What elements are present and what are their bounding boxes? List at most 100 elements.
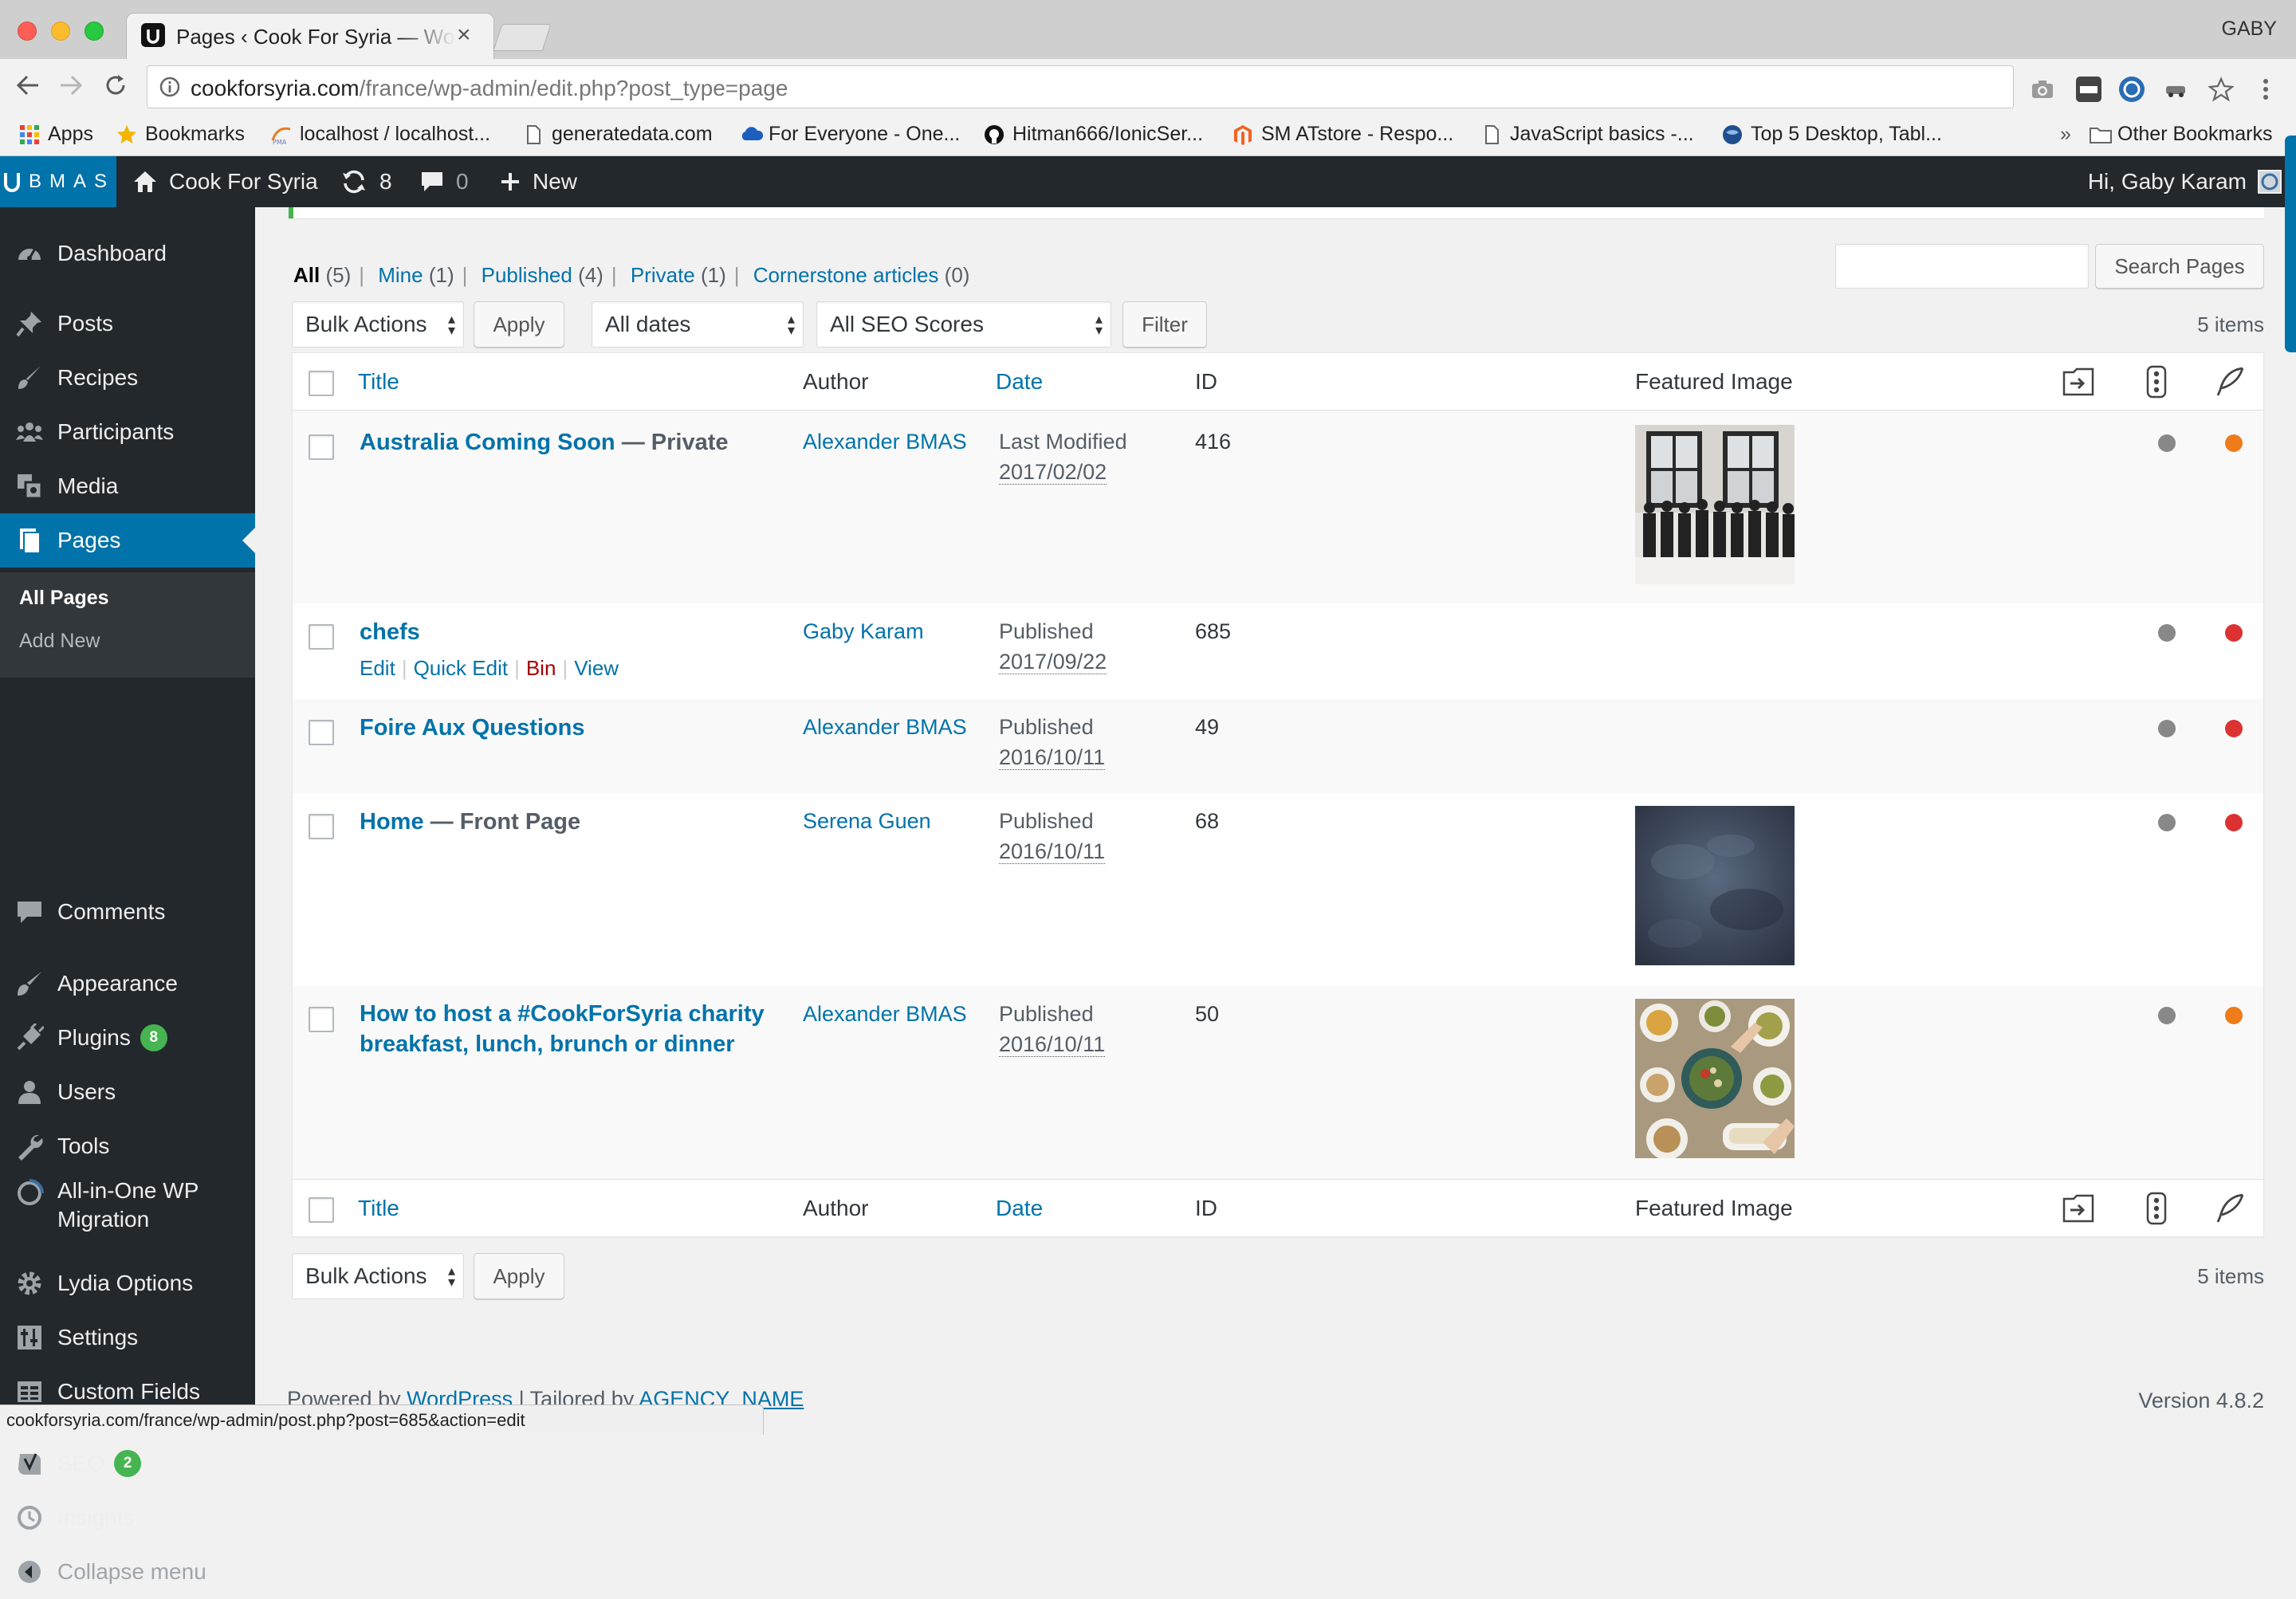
bookmark-generatedata[interactable]: generatedata.com [523, 123, 713, 146]
submenu-add-new[interactable]: Add New [19, 630, 100, 653]
author-link[interactable]: Gaby Karam [803, 619, 924, 644]
page-title-link[interactable]: Australia Coming Soon [360, 430, 615, 455]
search-pages-button[interactable]: Search Pages [2095, 244, 2264, 289]
apply-button-top[interactable]: Apply [474, 301, 564, 348]
side-panel-handle[interactable] [2285, 136, 2296, 352]
sidebar-item-settings[interactable]: Settings [0, 1310, 255, 1365]
sidebar-item-pages[interactable]: Pages [0, 513, 255, 568]
bookmark-javascript-basics[interactable]: JavaScript basics -... [1481, 123, 1694, 146]
sidebar-item-comments[interactable]: Comments [0, 885, 255, 939]
row-checkbox[interactable] [309, 720, 334, 745]
updates-link[interactable]: 8 [340, 156, 392, 207]
bookmark-for-everyone[interactable]: For Everyone - One... [740, 123, 960, 146]
maximize-window-button[interactable] [85, 22, 104, 41]
view-cornerstone-link[interactable]: Cornerstone articles [753, 263, 939, 287]
camera-icon[interactable] [2030, 77, 2055, 102]
search-pages-input[interactable] [1835, 244, 2089, 289]
close-window-button[interactable] [18, 22, 37, 41]
row-checkbox[interactable] [309, 434, 334, 460]
sidebar-item-all-in-one-wp-migration[interactable]: All-in-One WP Migration [0, 1169, 255, 1242]
my-account-link[interactable]: Hi, Gaby Karam [2088, 156, 2282, 207]
author-link[interactable]: Alexander BMAS [803, 430, 967, 454]
new-content-link[interactable]: New [499, 156, 577, 207]
featured-image-thumbnail[interactable] [1635, 425, 1795, 584]
address-bar[interactable]: cookforsyria.com/france/wp-admin/edit.ph… [147, 65, 2014, 108]
reload-button[interactable] [102, 72, 129, 99]
column-seo-score-icon[interactable] [2145, 1191, 2168, 1226]
bookmark-bookmarks[interactable]: Bookmarks [116, 123, 245, 146]
adblock-off-icon[interactable] [2076, 77, 2101, 102]
profile-name[interactable]: GABY [2222, 18, 2277, 41]
bookmark-hitman666[interactable]: Hitman666/IonicSer... [984, 123, 1203, 146]
apply-button-bottom[interactable]: Apply [474, 1253, 564, 1299]
bulk-actions-select-top[interactable]: Bulk Actions ▴ ▾ [292, 301, 464, 348]
sidebar-item-participants[interactable]: Participants [0, 405, 255, 459]
collapse-menu-button[interactable]: Collapse menu [0, 1545, 255, 1599]
site-name-link[interactable]: Cook For Syria [132, 156, 318, 207]
row-checkbox[interactable] [309, 814, 334, 839]
featured-image-thumbnail[interactable] [1635, 806, 1795, 965]
view-mine-link[interactable]: Mine [378, 263, 423, 287]
sidebar-item-media[interactable]: Media [0, 459, 255, 513]
forward-button[interactable] [57, 72, 85, 99]
sidebar-item-lydia-options[interactable]: Lydia Options [0, 1256, 255, 1310]
browser-tab-active[interactable]: Pages ‹ Cook For Syria — WordPress × [126, 13, 494, 59]
bookmarks-overflow-button[interactable]: » [2060, 123, 2071, 146]
author-link[interactable]: Serena Guen [803, 809, 931, 834]
bookmark-star-icon[interactable] [2208, 77, 2234, 102]
sidebar-item-recipes[interactable]: Recipes [0, 351, 255, 405]
author-link[interactable]: Alexander BMAS [803, 1002, 967, 1027]
bookmark-apps[interactable]: Apps [19, 123, 93, 146]
column-seo-score-icon[interactable] [2145, 364, 2168, 399]
minimize-window-button[interactable] [51, 22, 70, 41]
quick-edit-link[interactable]: Quick Edit [414, 656, 509, 680]
column-date-sort[interactable]: Date [996, 369, 1043, 395]
filter-button[interactable]: Filter [1122, 301, 1207, 348]
featured-image-thumbnail[interactable] [1635, 999, 1795, 1158]
extension-car-icon[interactable] [2164, 77, 2189, 102]
bookmark-top5[interactable]: Top 5 Desktop, Tabl... [1722, 123, 1942, 146]
submenu-all-pages[interactable]: All Pages [19, 587, 109, 610]
select-all-checkbox-footer[interactable] [309, 1197, 334, 1223]
bookmark-smatstore[interactable]: SM ATstore - Respo... [1233, 123, 1453, 146]
seo-scores-filter-select[interactable]: All SEO Scores ▴ ▾ [816, 301, 1111, 348]
column-cornerstone-icon[interactable] [2061, 366, 2096, 398]
sidebar-item-users[interactable]: Users [0, 1065, 255, 1119]
dates-filter-select[interactable]: All dates ▴ ▾ [592, 301, 804, 348]
page-title-link[interactable]: Home [360, 809, 424, 835]
tab-close-icon[interactable]: × [457, 22, 471, 49]
select-all-checkbox[interactable] [309, 371, 334, 396]
edit-link[interactable]: Edit [360, 656, 395, 680]
sidebar-item-insights[interactable]: Insights [0, 1491, 255, 1545]
sidebar-item-posts[interactable]: Posts [0, 297, 255, 351]
column-cornerstone-icon[interactable] [2061, 1192, 2096, 1224]
site-logo[interactable]: BMAS [0, 156, 116, 207]
sidebar-item-seo[interactable]: SEO 2 [0, 1436, 255, 1491]
extension-globe-icon[interactable] [2119, 77, 2145, 102]
browser-menu-icon[interactable] [2253, 77, 2278, 102]
row-checkbox[interactable] [309, 1007, 334, 1032]
bookmark-localhost[interactable]: PMA localhost / localhost... [271, 123, 490, 146]
new-tab-button[interactable] [493, 24, 552, 51]
view-all-link[interactable]: All [293, 263, 320, 287]
back-button[interactable] [14, 72, 41, 99]
column-title-sort-footer[interactable]: Title [358, 1196, 399, 1221]
bulk-actions-select-bottom[interactable]: Bulk Actions ▴ ▾ [292, 1253, 464, 1299]
bin-link[interactable]: Bin [526, 656, 556, 680]
column-date-sort-footer[interactable]: Date [996, 1196, 1043, 1221]
page-title-link[interactable]: How to host a #CookForSyria charity brea… [360, 999, 790, 1059]
sidebar-item-appearance[interactable]: Appearance [0, 957, 255, 1011]
sidebar-item-tools[interactable]: Tools [0, 1119, 255, 1173]
comments-link[interactable]: 0 [419, 156, 469, 207]
page-title-link[interactable]: chefs [360, 619, 420, 646]
column-title-sort[interactable]: Title [358, 369, 399, 395]
author-link[interactable]: Alexander BMAS [803, 715, 967, 740]
page-title-link[interactable]: Foire Aux Questions [360, 715, 585, 741]
row-checkbox[interactable] [309, 624, 334, 650]
column-readability-icon[interactable] [2214, 366, 2246, 398]
sidebar-item-plugins[interactable]: Plugins 8 [0, 1011, 255, 1065]
bookmark-other[interactable]: Other Bookmarks [2089, 123, 2273, 146]
view-link[interactable]: View [574, 656, 619, 680]
info-icon[interactable] [159, 76, 181, 98]
view-private-link[interactable]: Private [631, 263, 695, 287]
